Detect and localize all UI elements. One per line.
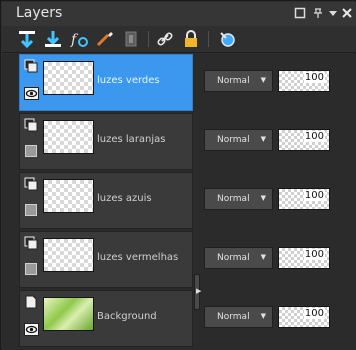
- background-thumbnail: [43, 297, 94, 331]
- visibility-toggle[interactable]: [25, 263, 37, 275]
- svg-text:f: f: [70, 32, 79, 48]
- layer-name: luzes vermelhas: [97, 252, 179, 263]
- lock-icon[interactable]: [180, 29, 202, 49]
- toolbar-divider: [208, 31, 209, 47]
- layer-row[interactable]: luzes laranjas: [19, 113, 193, 170]
- blend-mode-select[interactable]: Normal ▼: [204, 306, 273, 328]
- eye-visibility-icon[interactable]: [24, 321, 39, 336]
- duplicate-layer-icon[interactable]: [120, 29, 142, 49]
- chevron-down-icon: ▼: [260, 135, 266, 143]
- blend-mode-label: Normal: [217, 312, 250, 322]
- panel-titlebar[interactable]: Layers: [2, 2, 356, 26]
- opacity-field[interactable]: 100: [278, 70, 330, 92]
- layer-row[interactable]: luzes verdes: [19, 54, 193, 111]
- opacity-field[interactable]: 100: [278, 306, 330, 328]
- brush-edit-icon[interactable]: [94, 29, 116, 49]
- layer-thumbnail: [43, 61, 94, 95]
- fx-effects-icon[interactable]: f: [68, 29, 90, 49]
- blend-mode-select[interactable]: Normal ▼: [204, 129, 273, 151]
- raster-layer-icon: [24, 58, 38, 73]
- opacity-value: 100: [303, 72, 325, 83]
- layer-thumbnail: [43, 238, 94, 272]
- opacity-field[interactable]: 100: [278, 188, 330, 210]
- panel-title: Layers: [16, 5, 63, 21]
- layers-list: luzes verdes Normal ▼ 100 luzes laranjas…: [2, 54, 356, 350]
- raster-layer-icon: [24, 117, 38, 132]
- close-icon[interactable]: [341, 7, 353, 19]
- toolbar-divider: [148, 31, 149, 47]
- opacity-field[interactable]: 100: [278, 247, 330, 269]
- layer-name: luzes verdes: [97, 75, 160, 86]
- raster-layer-icon: [24, 235, 38, 250]
- background-layer-icon: [24, 294, 38, 309]
- pin-highlight-icon[interactable]: [216, 29, 238, 49]
- layer-row[interactable]: Background: [19, 290, 193, 347]
- eye-visibility-icon[interactable]: [24, 85, 39, 100]
- opacity-value: 100: [303, 249, 325, 260]
- blend-mode-select[interactable]: Normal ▼: [204, 247, 273, 269]
- blend-mode-label: Normal: [217, 76, 250, 86]
- layer-thumbnail: [43, 179, 94, 213]
- chevron-down-icon: ▼: [260, 194, 266, 202]
- opacity-value: 100: [303, 131, 325, 142]
- blend-mode-label: Normal: [217, 194, 250, 204]
- pin-icon[interactable]: [312, 7, 324, 19]
- visibility-toggle[interactable]: [25, 204, 37, 216]
- blend-mode-label: Normal: [217, 253, 250, 263]
- panel-splitter-handle[interactable]: ▶: [194, 274, 202, 310]
- maximize-icon[interactable]: [294, 7, 306, 19]
- layer-name: Background: [97, 311, 157, 322]
- chevron-down-icon: ▼: [260, 253, 266, 261]
- opacity-value: 100: [303, 190, 325, 201]
- blend-mode-label: Normal: [217, 135, 250, 145]
- raster-layer-icon: [24, 176, 38, 191]
- opacity-field[interactable]: 100: [278, 129, 330, 151]
- chevron-right-icon: ▶: [196, 287, 202, 295]
- layer-row[interactable]: luzes vermelhas: [19, 231, 193, 288]
- new-vector-layer-icon[interactable]: [42, 29, 64, 49]
- layer-row[interactable]: luzes azuis: [19, 172, 193, 229]
- new-raster-layer-icon[interactable]: [16, 29, 38, 49]
- menu-down-icon[interactable]: [327, 7, 339, 19]
- layer-name: luzes laranjas: [97, 134, 166, 145]
- blend-mode-select[interactable]: Normal ▼: [204, 188, 273, 210]
- blend-mode-select[interactable]: Normal ▼: [204, 70, 273, 92]
- visibility-toggle[interactable]: [25, 145, 37, 157]
- layers-toolbar: f: [2, 26, 356, 53]
- layer-name: luzes azuis: [97, 193, 152, 204]
- chevron-down-icon: ▼: [260, 312, 266, 320]
- layers-panel: Layers f luzes verdes Normal ▼ 100 luzes…: [0, 0, 356, 350]
- opacity-value: 100: [303, 308, 325, 319]
- layer-thumbnail: [43, 120, 94, 154]
- chevron-down-icon: ▼: [260, 76, 266, 84]
- link-icon[interactable]: [154, 29, 176, 49]
